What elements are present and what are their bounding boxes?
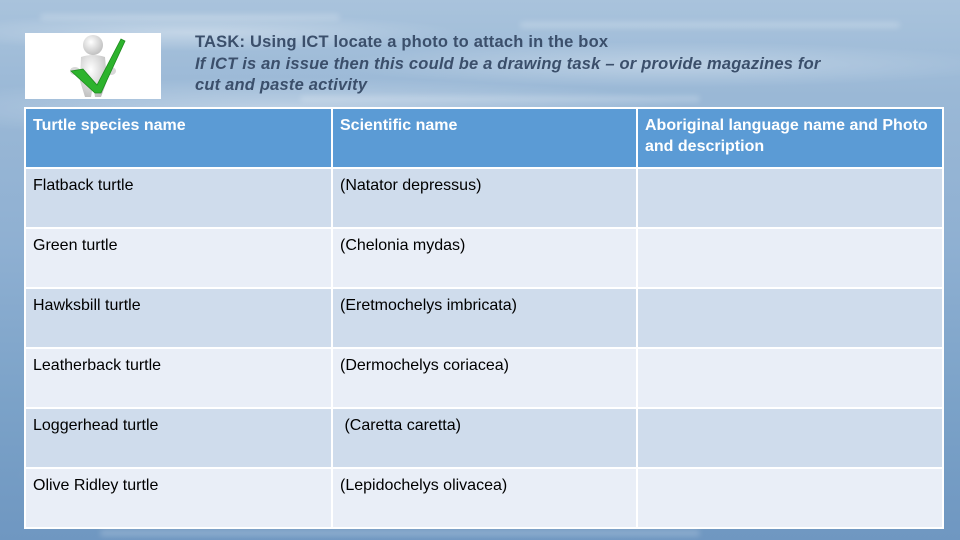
aboriginal-photo-cell[interactable] [636,227,944,289]
table-row: Leatherback turtle (Dermochelys coriacea… [24,347,944,409]
species-cell: Green turtle [24,227,333,289]
table-row: Olive Ridley turtle (Lepidochelys olivac… [24,467,944,529]
scientific-cell: (Caretta caretta) [331,407,638,469]
header-species-name: Turtle species name [24,107,333,169]
header-aboriginal-name: Aboriginal language name and Photo and d… [636,107,944,169]
task-title: TASK: Using ICT locate a photo to attach… [195,33,609,51]
background-cloud [300,96,700,102]
table-row: Flatback turtle (Natator depressus) [24,167,944,229]
species-cell: Hawksbill turtle [24,287,333,349]
aboriginal-photo-cell[interactable] [636,287,944,349]
task-alternative-line-continued: cut and paste activity [195,76,368,94]
background-cloud [520,22,900,28]
header-scientific-name: Scientific name [331,107,638,169]
scientific-cell: (Chelonia mydas) [331,227,638,289]
scientific-cell: (Natator depressus) [331,167,638,229]
background-cloud [40,14,340,20]
aboriginal-photo-cell[interactable] [636,467,944,529]
turtle-species-table: Turtle species name Scientific name Abor… [24,107,944,529]
species-cell: Olive Ridley turtle [24,467,333,529]
species-cell: Flatback turtle [24,167,333,229]
person-checkmark-icon [70,35,126,97]
scientific-cell: (Dermochelys coriacea) [331,347,638,409]
scientific-cell: (Eretmochelys imbricata) [331,287,638,349]
aboriginal-photo-cell[interactable] [636,167,944,229]
aboriginal-photo-cell[interactable] [636,407,944,469]
background-cloud [100,530,700,536]
aboriginal-photo-cell[interactable] [636,347,944,409]
scientific-cell: (Lepidochelys olivacea) [331,467,638,529]
table-row: Green turtle (Chelonia mydas) [24,227,944,289]
table-row: Hawksbill turtle (Eretmochelys imbricata… [24,287,944,349]
species-cell: Leatherback turtle [24,347,333,409]
table-header-row: Turtle species name Scientific name Abor… [24,107,944,169]
task-instructions: TASK: Using ICT locate a photo to attach… [195,32,935,97]
checkmark-person-image [25,33,161,99]
table-row: Loggerhead turtle (Caretta caretta) [24,407,944,469]
species-cell: Loggerhead turtle [24,407,333,469]
task-alternative-line: If ICT is an issue then this could be a … [195,54,821,73]
